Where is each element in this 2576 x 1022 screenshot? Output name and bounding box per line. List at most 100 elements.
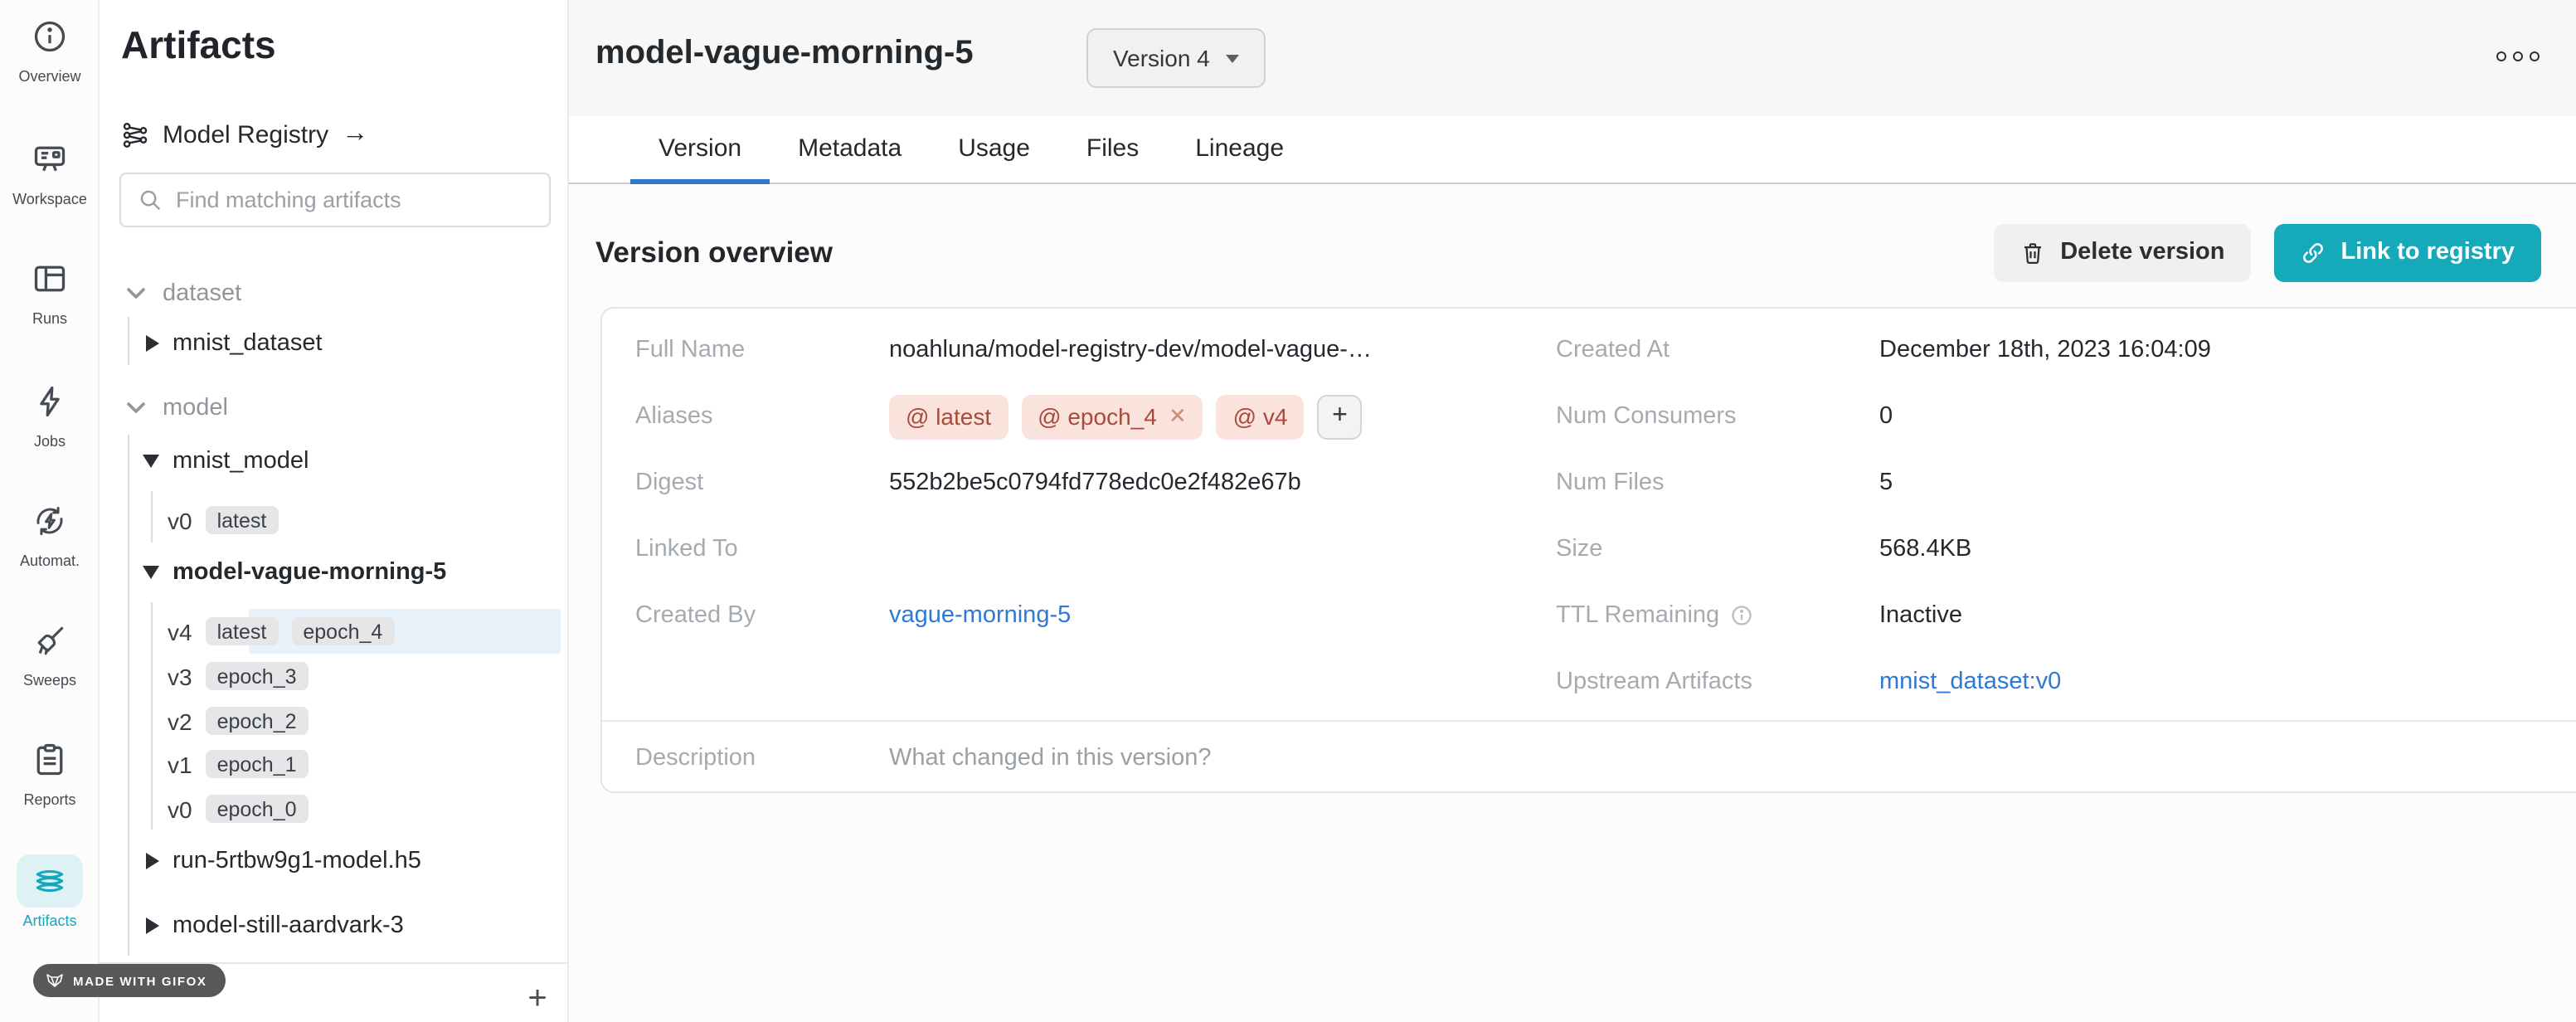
field-label: Created By [602,602,889,629]
caret-down-icon [143,566,159,579]
tab-files[interactable]: Files [1058,116,1167,184]
tree-item-mnist-dataset[interactable]: mnist_dataset [100,322,569,365]
alias-text: @ latest [906,403,991,430]
tab-usage[interactable]: Usage [930,116,1058,184]
layers-icon [17,854,83,908]
model-registry-label: Model Registry [163,120,328,148]
field-label: Aliases [602,403,889,430]
field-label: Size [1556,536,1879,562]
remove-alias-icon[interactable]: ✕ [1169,403,1187,430]
chevron-down-icon [126,287,146,300]
tab-lineage[interactable]: Lineage [1167,116,1312,184]
tab-metadata[interactable]: Metadata [770,116,930,184]
nav-label: Reports [0,791,100,808]
link-to-registry-label: Link to registry [2341,239,2515,265]
section-label: model [163,395,228,421]
caret-right-icon [146,917,159,934]
version-row-v1[interactable]: v1 epoch_1 [100,742,569,786]
nav-item-runs[interactable]: Runs [0,259,100,327]
version-badge: latest [206,506,279,534]
version-row-mnist-v0[interactable]: v0 latest [100,498,569,543]
nav-item-sweeps[interactable]: Sweeps [0,620,100,689]
nav-label: Sweeps [0,672,100,689]
alias-chip[interactable]: @ latest [889,394,1008,439]
tab-version[interactable]: Version [630,116,770,184]
field-label: Linked To [602,536,889,562]
created-at-value: December 18th, 2023 16:04:09 [1879,337,2211,363]
automations-icon [30,501,70,541]
fox-icon [45,971,65,990]
field-num-consumers: Num Consumers 0 [1556,383,2551,450]
version-label: v2 [168,708,192,734]
version-overview-panel: Full Name noahluna/model-registry-dev/mo… [600,307,2576,793]
left-nav-rail: Overview Workspace Runs Jobs Automat. Sw… [0,0,100,1022]
trash-icon [2020,240,2045,265]
delete-version-button[interactable]: Delete version [1994,223,2251,281]
version-badge: latest [206,617,279,645]
artifact-label: model-still-aardvark-3 [173,912,404,939]
broom-icon [30,620,70,660]
caret-down-icon [143,455,159,468]
gifox-watermark: MADE WITH GIFOX [33,964,226,997]
add-alias-button[interactable]: + [1317,394,1362,439]
tree-section-model[interactable]: model [100,387,569,430]
nav-item-artifacts[interactable]: Artifacts [0,854,100,929]
version-row-v3[interactable]: v3 epoch_3 [100,654,569,698]
model-registry-icon [121,120,149,148]
version-badge: epoch_1 [206,750,309,778]
link-to-registry-button[interactable]: Link to registry [2275,223,2542,281]
alias-chip[interactable]: @ epoch_4 ✕ [1021,394,1203,439]
dot-icon [2513,51,2523,61]
num-files-value: 5 [1879,470,1893,496]
chevron-down-icon [1227,54,1240,62]
nav-item-reports[interactable]: Reports [0,740,100,808]
chevron-down-icon [126,402,146,415]
header-band: model-vague-morning-5 Version 4 [569,0,2576,116]
tree-item-run-model-h5[interactable]: run-5rtbw9g1-model.h5 [100,840,569,883]
created-by-link[interactable]: vague-morning-5 [889,602,1071,629]
info-icon[interactable] [1729,604,1752,627]
version-row-v4-selected[interactable]: v4 latest epoch_4 [100,609,569,654]
ttl-label: TTL Remaining [1556,602,1719,629]
tree-item-model-still-aardvark-3[interactable]: model-still-aardvark-3 [100,904,569,947]
alias-text: @ epoch_4 [1038,403,1157,430]
nav-item-jobs[interactable]: Jobs [0,382,100,450]
version-label: v4 [168,618,192,645]
overflow-menu-button[interactable] [2496,51,2540,61]
version-label: v3 [168,663,192,689]
version-selector-dropdown[interactable]: Version 4 [1086,28,1266,88]
sidebar-title: Artifacts [121,23,276,68]
nav-item-overview[interactable]: Overview [0,17,100,85]
nav-item-automations[interactable]: Automat. [0,501,100,569]
caret-right-icon [146,335,159,352]
add-artifact-button[interactable]: + [514,979,561,1019]
link-icon [2301,240,2326,265]
watermark-text: MADE WITH GIFOX [73,973,207,988]
upstream-artifact-link[interactable]: mnist_dataset:v0 [1879,669,2061,695]
field-full-name: Full Name noahluna/model-registry-dev/mo… [602,317,1556,383]
field-upstream-artifacts: Upstream Artifacts mnist_dataset:v0 [1556,649,2551,715]
model-registry-link[interactable]: Model Registry → [121,119,368,149]
search-input[interactable] [176,187,532,212]
nav-label: Runs [0,310,100,327]
arrow-right-icon: → [342,119,368,149]
section-heading: Version overview [595,235,833,270]
tree-item-mnist-model[interactable]: mnist_model [100,440,569,483]
workspace-icon [30,139,70,179]
artifacts-sidebar: Artifacts Model Registry → dataset mnist… [100,0,569,1022]
field-digest: Digest 552b2be5c0794fd778edc0e2f482e67b [602,450,1556,516]
field-description: Description What changed in this version… [602,722,2576,795]
version-row-v0[interactable]: v0 epoch_0 [100,786,569,831]
delete-version-label: Delete version [2060,239,2224,265]
version-label: v1 [168,751,192,777]
version-badge: epoch_2 [206,707,309,735]
version-row-v2[interactable]: v2 epoch_2 [100,698,569,743]
full-name-value: noahluna/model-registry-dev/model-vague-… [889,337,1372,363]
alias-chip[interactable]: @ v4 [1217,394,1305,439]
description-placeholder[interactable]: What changed in this version? [889,745,1212,771]
page-title: model-vague-morning-5 [595,35,974,73]
nav-item-workspace[interactable]: Workspace [0,139,100,207]
artifact-detail-main: model-vague-morning-5 Version 4 Version … [569,0,2576,1022]
tree-item-model-vague-morning-5[interactable]: model-vague-morning-5 [100,551,569,594]
tree-section-dataset[interactable]: dataset [100,272,569,315]
